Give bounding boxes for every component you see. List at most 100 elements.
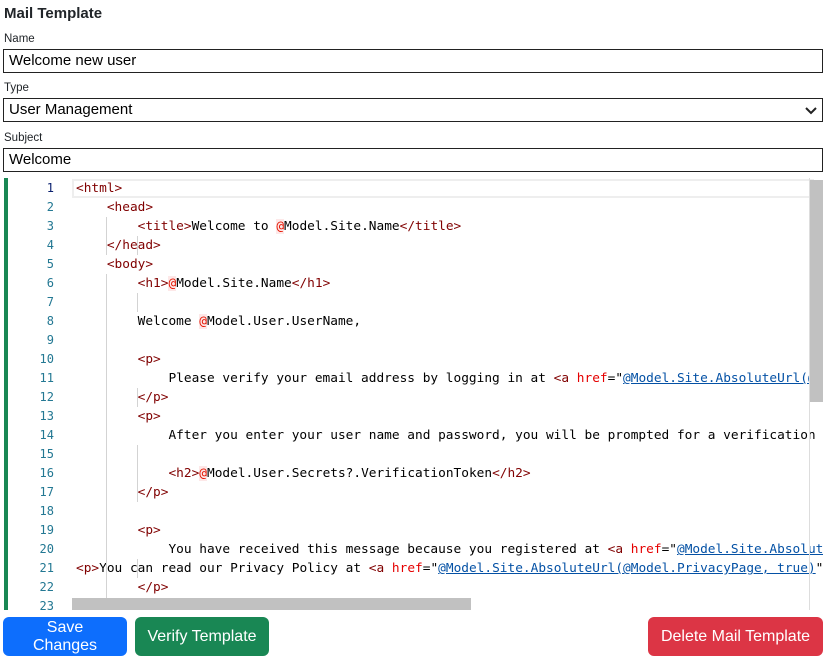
tag-token: <title>	[137, 219, 192, 234]
code-line: <h1>@Model.Site.Name</h1>	[76, 274, 330, 293]
line-number: 7	[46, 295, 54, 309]
text-token: ="	[422, 561, 439, 576]
indent-guide	[136, 388, 138, 407]
string-token: @Model.Site.AbsoluteUrl(@Model.PrivacyPa…	[438, 561, 816, 576]
indent-guide	[136, 293, 138, 312]
code-line: <title>Welcome to @Model.Site.Name</titl…	[76, 217, 461, 236]
line-number: 10	[39, 352, 54, 366]
code-line: You have received this message because y…	[76, 540, 823, 559]
indent-guide	[105, 217, 107, 255]
horizontal-scrollbar[interactable]	[72, 598, 471, 610]
tag-token: <p>	[137, 352, 161, 367]
save-changes-button[interactable]: Save Changes	[3, 617, 127, 656]
indent-guide	[105, 274, 107, 610]
tag-token: </head>	[106, 238, 161, 253]
type-select[interactable]: User Management	[3, 98, 823, 122]
razor-token: @	[199, 314, 207, 329]
text-token: ="	[661, 542, 677, 557]
line-number: 6	[46, 276, 54, 290]
indent-guide	[136, 559, 138, 578]
code-line: </p>	[76, 388, 169, 407]
text-token: ="	[607, 371, 624, 386]
code-line: </head>	[76, 236, 161, 255]
line-number: 5	[46, 257, 54, 271]
tag-token: <p>	[76, 561, 100, 576]
code-editor[interactable]: 1 2 3 4 5 6 7 8 9 10 11 12 13 14 15 16 17 18 19 20 21 22 23 <h…	[4, 178, 823, 610]
page-title: Mail Template	[4, 5, 103, 22]
tag-token: <h1>	[137, 276, 169, 291]
tag-token: </title>	[399, 219, 462, 234]
code-line: <head>	[76, 198, 153, 217]
code-line: <p>You can read our Privacy Policy at <a…	[76, 559, 823, 578]
code-line: <p>	[76, 350, 161, 369]
line-number: 22	[39, 580, 54, 594]
line-number: 2	[46, 200, 54, 214]
line-number: 9	[46, 333, 54, 347]
indent-guide	[136, 445, 138, 502]
vertical-scrollbar[interactable]	[810, 180, 823, 402]
line-number: 13	[39, 409, 54, 423]
tag-token: </p>	[137, 580, 169, 595]
tag-token: </h2>	[492, 466, 531, 481]
tag-token: <body>	[106, 257, 154, 272]
code-area[interactable]: <html> <head> <title>Welcome to @Model.S…	[72, 178, 823, 610]
code-line: <h2>@Model.User.Secrets?.VerificationTok…	[76, 464, 531, 483]
text-token: ">	[815, 561, 823, 576]
code-line: </p>	[76, 483, 169, 502]
tag-token: <p>	[137, 523, 161, 538]
text-token: After you enter your user name and passw…	[76, 428, 823, 443]
text-token: Model.User.Secrets?.VerificationToken	[207, 466, 493, 481]
line-number: 23	[39, 599, 54, 610]
subject-label: Subject	[4, 132, 43, 144]
tag-token: <a	[553, 371, 577, 386]
line-number: 8	[46, 314, 54, 328]
tag-token: <html>	[76, 181, 123, 196]
line-number: 11	[39, 371, 54, 385]
line-number-gutter: 1 2 3 4 5 6 7 8 9 10 11 12 13 14 15 16 17 18 19 20 21 22 23	[8, 178, 72, 610]
line-number: 12	[39, 390, 54, 404]
line-number: 14	[39, 428, 54, 442]
text-token: You can read our Privacy Policy at	[99, 561, 369, 576]
text-token: Welcome to	[191, 219, 277, 234]
tag-token: <p>	[137, 409, 161, 424]
text-token: Model.Site.Name	[176, 276, 292, 291]
line-number: 19	[39, 523, 54, 537]
line-number: 21	[39, 561, 54, 575]
code-line: Please verify your email address by logg…	[76, 369, 823, 388]
line-number: 16	[39, 466, 54, 480]
text-token: Welcome	[76, 314, 200, 329]
verify-template-button[interactable]: Verify Template	[135, 617, 269, 656]
code-line: Welcome @Model.User.UserName,	[76, 312, 361, 331]
code-line: <p>	[76, 521, 161, 540]
type-label: Type	[4, 82, 29, 94]
name-input[interactable]: Welcome new user	[3, 49, 823, 73]
tag-token: </p>	[137, 485, 169, 500]
tag-token: <a	[607, 542, 631, 557]
code-line: After you enter your user name and passw…	[76, 426, 823, 445]
subject-input[interactable]: Welcome	[3, 148, 823, 172]
attribute-token: href	[576, 371, 608, 386]
code-line: </p>	[76, 578, 169, 597]
indent-guide	[136, 236, 138, 255]
delete-mail-template-button[interactable]: Delete Mail Template	[648, 617, 823, 656]
name-label: Name	[4, 33, 35, 45]
string-token: @Model.Site.Absolute	[676, 542, 823, 557]
line-number: 15	[39, 447, 54, 461]
razor-token: @	[276, 219, 285, 234]
tag-token: <head>	[106, 200, 154, 215]
line-number: 17	[39, 485, 54, 499]
line-number: 20	[39, 542, 54, 556]
string-token: @Model.Site.AbsoluteUrl(@Mo	[623, 371, 823, 386]
line-number: 4	[46, 238, 54, 252]
line-number: 18	[39, 504, 54, 518]
code-line: <html>	[76, 179, 122, 198]
line-number: 1	[46, 181, 54, 195]
tag-token: </h1>	[291, 276, 331, 291]
attribute-token: href	[391, 561, 423, 576]
tag-token: </p>	[137, 390, 169, 405]
chevron-down-icon	[805, 107, 817, 115]
